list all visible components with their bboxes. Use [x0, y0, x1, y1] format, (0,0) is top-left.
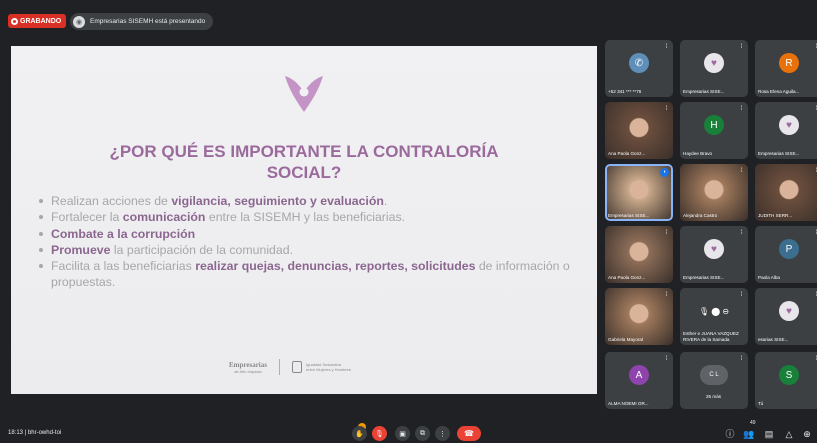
- participant-name: +52 341 *** **76: [608, 89, 642, 94]
- participant-name: Empresarias SISE...: [758, 151, 800, 156]
- participant-name: Alejandra Castro: [683, 213, 718, 218]
- mic-muted-icon: ⁞: [665, 356, 668, 362]
- participant-name: Gabriela Mayoral: [608, 337, 643, 342]
- participant-name: Empresarias SISE...: [683, 89, 725, 94]
- presentation-slide: ¿POR QUÉ ES IMPORTANTE LA CONTRALORÍA SO…: [11, 46, 597, 394]
- slide-bullet: Fortalecer la comunicación entre la SISE…: [37, 209, 587, 225]
- participant-avatar: S: [779, 365, 799, 385]
- chat-icon[interactable]: ▤: [763, 428, 775, 440]
- more-participants-avatars: C L: [700, 365, 728, 385]
- participant-name: Tú: [758, 401, 764, 406]
- speaking-icon: ◖: [660, 168, 669, 177]
- logo-divider: [278, 359, 280, 375]
- participant-tile[interactable]: H ⁞ Haydee Bravo: [680, 102, 748, 159]
- slide-title: ¿POR QUÉ ES IMPORTANTE LA CONTRALORÍA SO…: [109, 142, 499, 182]
- meeting-info: 18:13 | bhr-owhd-toi: [8, 430, 62, 436]
- mic-muted-icon: ⁞: [740, 230, 743, 236]
- participant-name: ALMA NOEMI OR...: [608, 401, 649, 406]
- participant-avatar: P: [779, 239, 799, 259]
- participant-tile[interactable]: R⁞Rosa Elena Aguila...: [755, 40, 817, 97]
- slide-bullet: Facilita a las beneficiarias realizar qu…: [37, 258, 587, 291]
- phone-icon: ✆: [629, 53, 649, 73]
- slide-bullet: Promueve la participación de la comunida…: [37, 242, 587, 258]
- slide-bullet: Realizan acciones de vigilancia, seguimi…: [37, 193, 587, 209]
- participant-tile[interactable]: A ⁞ ALMA NOEMI OR...: [605, 352, 673, 409]
- mic-muted-icon: ⁞: [665, 292, 668, 298]
- participant-tile[interactable]: ♥⁞esarias SISE...: [755, 288, 817, 345]
- igualdad-logo: Igualdad Sustantiva entre Mujeres y Homb…: [291, 361, 351, 373]
- empresarias-avatar-icon: ♥: [704, 53, 724, 73]
- participant-name: Haydee Bravo: [683, 151, 713, 156]
- presenter-avatar: ◉: [73, 15, 85, 28]
- mic-muted-icon: ⁞: [740, 292, 743, 298]
- participant-tile[interactable]: ⁞JUDITH SERR...: [755, 164, 817, 221]
- participant-avatar: R: [779, 53, 799, 73]
- participant-tile[interactable]: ♥ ⁞ Empresarias SISE...: [680, 40, 748, 97]
- igualdad-mark-icon: [291, 361, 302, 373]
- mic-muted-icon: ⁞: [740, 356, 743, 362]
- mic-muted-icon: ⁞: [665, 44, 668, 50]
- activities-icon[interactable]: △: [783, 428, 795, 440]
- people-icon[interactable]: 👥: [743, 428, 755, 440]
- mic-muted-icon: ⁞: [665, 106, 668, 112]
- participant-name: Empresarias SISE...: [608, 213, 650, 218]
- slide-logos: Empresarias de Alto Impacto Igualdad Sus…: [229, 359, 351, 375]
- participant-name: Empresarias SISE...: [683, 275, 725, 280]
- bottom-bar: 18:13 | bhr-owhd-toi ✋ 🎙 ▣ ⧉ ⋮ ☎ ⓘ 49 👥 …: [0, 418, 817, 443]
- more-options-button[interactable]: ⋮: [435, 426, 450, 441]
- mic-muted-icon: ⁞: [740, 168, 743, 174]
- mic-muted-icon: ⁞: [740, 44, 743, 50]
- participant-tile[interactable]: S⁞Tú: [755, 352, 817, 409]
- empresarias-avatar-icon: ♥: [779, 301, 799, 321]
- empresarias-logo: Empresarias de Alto Impacto: [229, 360, 267, 374]
- present-button[interactable]: ⧉: [415, 426, 430, 441]
- participant-tile[interactable]: ♥ ⁞ Empresarias SISE...: [680, 226, 748, 283]
- participant-name: JUDITH SERR...: [758, 213, 793, 218]
- recording-label: GRABANDO: [20, 17, 62, 25]
- info-icon[interactable]: ⓘ: [724, 428, 736, 440]
- record-icon: [11, 17, 18, 25]
- participant-name: Paola Alba: [758, 275, 780, 280]
- recording-badge: GRABANDO: [8, 14, 67, 28]
- participant-tile[interactable]: C L ⁞ 25 más: [680, 352, 748, 409]
- participant-name: Ana Paola Gonz...: [608, 151, 646, 156]
- participant-tile[interactable]: P⁞Paola Alba: [755, 226, 817, 283]
- camera-button[interactable]: ▣: [395, 426, 410, 441]
- lock-icon[interactable]: ⊕: [801, 428, 813, 440]
- presenter-text: Empresarias SISEMH está presentando: [90, 18, 206, 25]
- participant-tile[interactable]: ✆ ⁞ +52 341 *** **76: [605, 40, 673, 97]
- participant-tile[interactable]: ⁞ Ana Paola Gonz...: [605, 226, 673, 283]
- participant-tile[interactable]: ⁞ Alejandra Castro: [680, 164, 748, 221]
- slide-bullet: Combate a la corrupción: [37, 226, 587, 242]
- mic-muted-icon: ⁞: [665, 230, 668, 236]
- participant-tile[interactable]: 🎙 ⬤ ⊖ ⁞ Esther e JUANA VAZQUEZ RIVERA de l…: [680, 288, 748, 345]
- participant-name: esarias SISE...: [758, 337, 789, 342]
- top-bar: GRABANDO ◉ Empresarias SISEMH está prese…: [0, 0, 817, 38]
- mic-muted-icon: ⁞: [740, 106, 743, 112]
- participant-tile[interactable]: ♥⁞Empresarias SISE...: [755, 102, 817, 159]
- empresarias-avatar-icon: ♥: [779, 115, 799, 135]
- end-call-button[interactable]: ☎: [457, 426, 481, 441]
- presenter-chip[interactable]: ◉ Empresarias SISEMH está presentando: [70, 13, 214, 30]
- raise-hand-button[interactable]: ✋: [352, 426, 367, 441]
- heart-logo-icon: [285, 76, 323, 112]
- participant-name: 25 más: [706, 394, 722, 399]
- empresarias-avatar-icon: ♥: [704, 239, 724, 259]
- participant-name: Ana Paola Gonz...: [608, 275, 646, 280]
- participant-tile[interactable]: ⁞ Ana Paola Gonz...: [605, 102, 673, 159]
- slide-bullets: Realizan acciones de vigilancia, seguimi…: [37, 193, 587, 291]
- participant-avatar: H: [704, 115, 724, 135]
- participant-avatar: A: [629, 365, 649, 385]
- participant-tile[interactable]: ⁞ Gabriela Mayoral: [605, 288, 673, 345]
- group-icons: 🎙 ⬤ ⊖: [698, 306, 730, 316]
- participant-name: Esther e JUANA VAZQUEZ RIVERA de la Sama…: [683, 331, 739, 342]
- participant-name: Rosa Elena Aguila...: [758, 89, 800, 94]
- people-count: 49: [750, 420, 756, 426]
- participant-tile[interactable]: ⁞◖Empresarias SISE...: [605, 164, 673, 221]
- mic-off-button[interactable]: 🎙: [372, 426, 387, 441]
